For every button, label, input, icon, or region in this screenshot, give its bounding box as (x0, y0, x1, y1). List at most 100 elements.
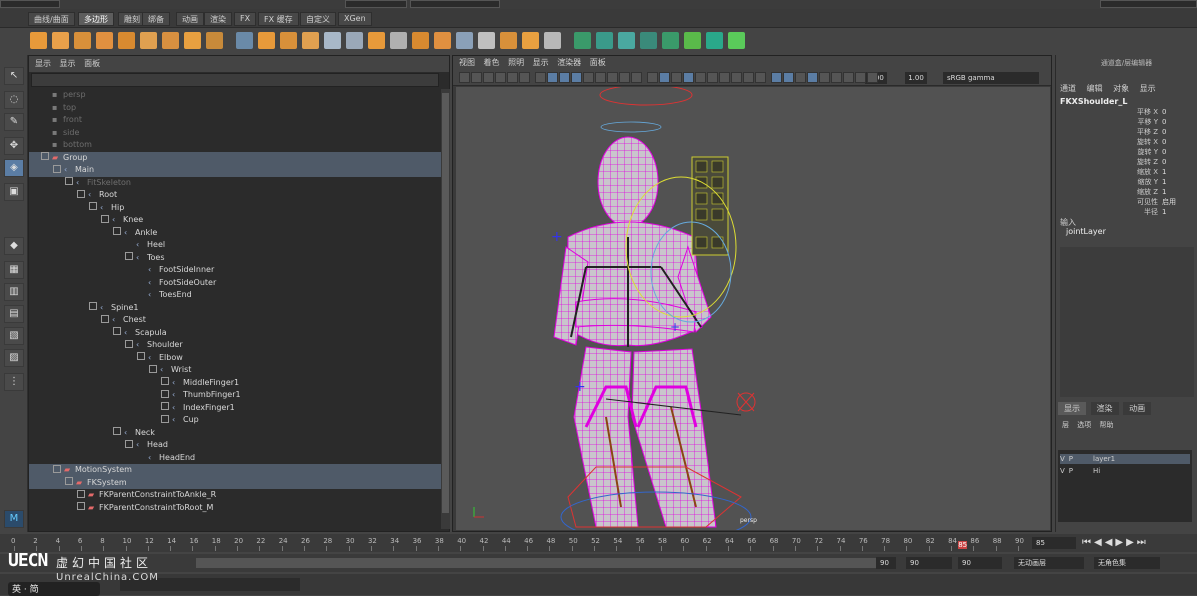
rotate-tool-icon[interactable]: ◈ (4, 159, 24, 177)
expand-toggle-icon[interactable] (89, 202, 97, 210)
character-set-dropdown[interactable]: 无角色集 (1094, 557, 1160, 569)
attribute-row[interactable]: 可见性 启用 (1118, 197, 1197, 207)
selection-field[interactable] (345, 0, 407, 8)
outliner-row[interactable]: ▰ Group (29, 151, 441, 164)
shelf-tab[interactable]: 自定义 (300, 12, 336, 26)
outliner-row[interactable]: ‹ Root (29, 189, 441, 202)
expand-toggle-icon[interactable] (113, 427, 121, 435)
3d-viewport[interactable]: + + + persp (456, 84, 1050, 543)
range-bar[interactable] (196, 558, 896, 568)
attribute-row[interactable]: 平移 Z 0 (1118, 127, 1197, 137)
cb-menu-object[interactable]: 对象 (1113, 84, 1129, 93)
viewport-tool-icon[interactable] (755, 72, 766, 83)
viewport-tool-icon[interactable] (659, 72, 670, 83)
outliner-menu-item[interactable]: 显示 (35, 56, 51, 72)
outliner-row[interactable]: ▰ MotionSystem (29, 464, 441, 477)
outliner-row[interactable]: ▪ side (29, 127, 441, 140)
expand-toggle-icon[interactable] (161, 402, 169, 410)
viewport-tool-icon[interactable] (855, 72, 866, 83)
viewport-menu-renderer[interactable]: 渲染器 (557, 56, 581, 70)
selected-object-name[interactable]: FKXShoulder_L (1060, 97, 1127, 106)
expand-toggle-icon[interactable] (161, 389, 169, 398)
layer-menu-layers[interactable]: 层 (1062, 421, 1069, 429)
mode-dropdown[interactable] (0, 0, 60, 8)
attribute-row[interactable]: 平移 X 0 (1118, 107, 1197, 117)
expand-toggle-icon[interactable] (125, 339, 133, 348)
move-tool-icon[interactable]: ✥ (4, 137, 24, 155)
shelf-tab[interactable]: 渲染 (204, 12, 232, 26)
gamma-field[interactable]: 1.00 (905, 72, 927, 84)
tab-anim[interactable]: 动画 (1123, 402, 1152, 415)
viewport-tool-icon[interactable] (631, 72, 642, 83)
shelf-tool-icon[interactable] (74, 32, 91, 49)
viewport-tool-icon[interactable] (559, 72, 570, 83)
shelf-tool-icon[interactable] (96, 32, 113, 49)
shelf-tab[interactable]: FX 缓存 (258, 12, 299, 26)
expand-toggle-icon[interactable] (113, 327, 121, 335)
colorspace-dropdown[interactable]: sRGB gamma (943, 72, 1039, 84)
tab-display[interactable]: 显示 (1058, 402, 1086, 415)
viewport-tool-icon[interactable] (867, 72, 878, 83)
outliner-row[interactable]: ▪ bottom (29, 139, 441, 152)
shelf-tool-icon[interactable] (434, 32, 451, 49)
shelf-tab[interactable]: 多边形 (78, 12, 114, 26)
viewport-tool-icon[interactable] (807, 72, 818, 83)
expand-toggle-icon[interactable] (65, 177, 73, 185)
cb-menu-channels[interactable]: 通道 (1060, 84, 1076, 93)
shelf-tool-icon[interactable] (140, 32, 157, 49)
attribute-row[interactable]: 平移 Y 0 (1118, 117, 1197, 127)
input-node[interactable]: jointLayer (1066, 227, 1106, 236)
expand-toggle-icon[interactable] (41, 152, 49, 160)
viewport-tool-icon[interactable] (731, 72, 742, 83)
outliner-row[interactable]: ‹ Chest (29, 314, 441, 327)
layer-v[interactable]: V (1060, 466, 1065, 476)
shelf-tool-icon[interactable] (640, 32, 657, 49)
shelf-tool-icon[interactable] (368, 32, 385, 49)
shelf-tool-icon[interactable] (184, 32, 201, 49)
layer-v[interactable]: V (1060, 454, 1065, 464)
expand-toggle-icon[interactable] (53, 164, 61, 173)
layout-outliner-icon[interactable]: ▤ (4, 305, 24, 323)
layer-row[interactable]: V Player1 (1060, 454, 1190, 464)
viewport-tool-icon[interactable] (583, 72, 594, 83)
viewport-menu-show[interactable]: 显示 (533, 56, 549, 70)
shelf-tool-icon[interactable] (390, 32, 407, 49)
shelf-tool-icon[interactable] (206, 32, 223, 49)
expand-toggle-icon[interactable] (101, 314, 109, 323)
outliner-row[interactable]: ‹ HeadEnd (29, 452, 441, 465)
outliner-row[interactable]: ‹ Knee (29, 214, 441, 227)
outliner-scrollbar[interactable] (441, 89, 450, 529)
viewport-tool-icon[interactable] (819, 72, 830, 83)
viewport-tool-icon[interactable] (831, 72, 842, 83)
outliner-row[interactable]: ‹ Cup (29, 414, 441, 427)
outliner-row[interactable]: ‹ Wrist (29, 364, 441, 377)
viewport-tool-icon[interactable] (671, 72, 682, 83)
layer-row[interactable]: V P Hi (1060, 466, 1190, 476)
viewport-tool-icon[interactable] (771, 72, 782, 83)
expand-toggle-icon[interactable] (53, 464, 61, 473)
viewport-tool-icon[interactable] (535, 72, 546, 83)
layout-four-icon[interactable]: ▦ (4, 261, 24, 279)
viewport-tool-icon[interactable] (795, 72, 806, 83)
viewport-tool-icon[interactable] (607, 72, 618, 83)
shelf-tool-icon[interactable] (662, 32, 679, 49)
shelf-tool-icon[interactable] (596, 32, 613, 49)
expand-toggle-icon[interactable] (113, 227, 121, 235)
cb-menu-edit[interactable]: 编辑 (1087, 84, 1103, 93)
shelf-tool-icon[interactable] (478, 32, 495, 49)
outliner-row[interactable]: ‹ Main (29, 164, 441, 177)
attribute-value[interactable]: 0 (1162, 157, 1166, 167)
scroll-thumb[interactable] (442, 93, 449, 513)
viewport-tool-icon[interactable] (547, 72, 558, 83)
attribute-value[interactable]: 1 (1162, 167, 1166, 177)
shelf-tool-icon[interactable] (500, 32, 517, 49)
shelf-tool-icon[interactable] (280, 32, 297, 49)
attribute-row[interactable]: 旋转 X 0 (1118, 137, 1197, 147)
layout-custom-icon[interactable]: ▨ (4, 349, 24, 367)
viewport-tool-icon[interactable] (647, 72, 658, 83)
range-end-inner[interactable]: 90 (876, 557, 896, 569)
outliner-row[interactable]: ▰ FKParentConstraintToRoot_M (29, 502, 441, 515)
outliner-row[interactable]: ▰ FKParentConstraintToAnkle_R (29, 489, 441, 502)
viewport-tool-icon[interactable] (707, 72, 718, 83)
range-end-field[interactable]: 90 (906, 557, 952, 569)
